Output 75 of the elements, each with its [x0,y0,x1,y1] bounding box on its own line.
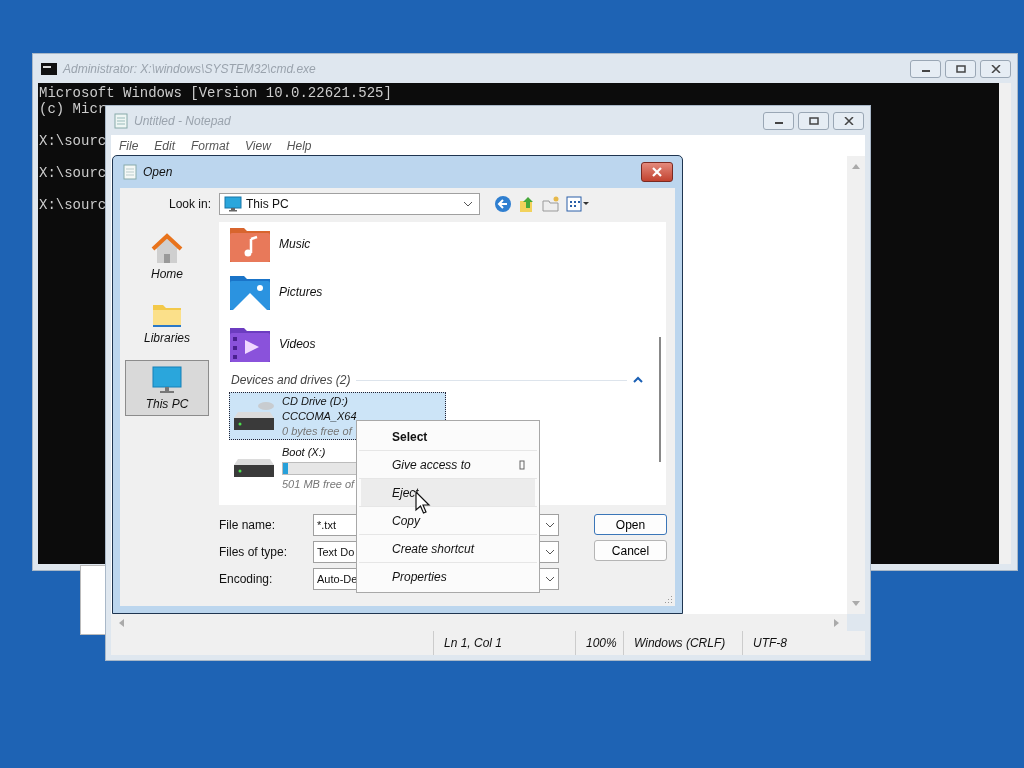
chevron-down-icon [463,201,473,207]
chevron-down-icon [545,522,555,528]
maximize-button[interactable] [945,59,976,78]
open-button[interactable]: Open [594,514,667,535]
field-label: Files of type: [219,545,289,559]
field-label: Look in: [167,197,211,211]
close-button[interactable] [641,162,673,182]
chevron-down-icon [545,549,555,555]
house-icon [150,233,184,265]
up-folder-icon[interactable] [518,195,536,213]
monitor-icon [151,365,183,395]
notepad-icon [114,112,128,129]
close-icon [843,116,854,125]
collapse-icon[interactable] [633,376,643,384]
status-text: Ln 1, Col 1 [444,636,503,650]
close-button[interactable] [833,111,864,130]
cancel-button[interactable]: Cancel [594,540,667,561]
monitor-icon [224,196,242,212]
console-line: X:\sourc [39,197,107,213]
close-icon [651,167,663,177]
video-folder-icon [229,325,271,363]
dialog-title: Open [143,165,173,179]
maximize-icon [955,64,966,73]
location-dropdown[interactable]: This PC [219,193,480,215]
maximize-button[interactable] [798,111,829,130]
scrollbar[interactable] [999,83,1011,564]
minimize-button[interactable] [910,59,941,78]
menu-item[interactable]: Create shortcut [361,535,535,562]
console-line: X:\sourc [39,165,107,181]
maximize-icon [808,116,819,125]
console-line: (c) Micr [39,101,107,117]
places-item[interactable]: This PC [125,360,209,416]
music-folder-icon [229,225,271,263]
folder-item[interactable]: Music [229,222,643,266]
menu-item[interactable]: Copy [361,507,535,534]
menu-item[interactable]: View [245,138,271,153]
window-title: Untitled - Notepad [134,113,231,128]
close-button[interactable] [980,59,1011,78]
minimize-button[interactable] [763,111,794,130]
scroll-up-icon[interactable] [851,162,861,170]
chevron-down-icon [545,576,555,582]
scrollbar[interactable] [847,156,865,614]
resize-grip-icon[interactable] [663,594,673,604]
status-text: UTF-8 [753,636,787,650]
status-text: 100% [586,636,617,650]
places-item[interactable]: Home [125,228,209,286]
console-line: Microsoft Windows [Version 10.0.22621.525] [39,85,392,101]
disc-drive-icon [232,400,276,432]
scroll-left-icon[interactable] [117,617,125,628]
pictures-folder-icon [229,273,271,311]
menu-item[interactable]: Edit [154,138,176,153]
submenu-icon [519,459,525,470]
console-line: X:\sourc [39,133,107,149]
close-icon [990,64,1001,73]
back-icon[interactable] [494,195,512,213]
menu-item[interactable]: File [119,138,139,153]
places-item[interactable]: Libraries [125,296,209,350]
field-label: File name: [219,518,277,532]
scrollbar[interactable] [111,614,847,631]
folder-item[interactable]: Pictures [229,266,643,318]
console-icon [41,62,57,75]
status-text: Windows (CRLF) [634,636,726,650]
folder-item[interactable]: Videos [229,318,643,370]
menu-item[interactable]: Properties [361,563,535,590]
scroll-right-icon[interactable] [833,617,841,628]
scroll-down-icon[interactable] [851,600,861,608]
menu-item[interactable]: Help [286,138,312,153]
window-title: Administrator: X:\windows\SYSTEM32\cmd.exe [63,61,316,76]
view-menu-icon[interactable] [566,196,590,212]
field-label: Encoding: [219,572,274,586]
menu-item[interactable]: Format [191,138,230,153]
menu-item[interactable]: Give access to [361,451,535,478]
notepad-icon [123,164,137,180]
group-header: Devices and drives (2) [231,373,351,387]
drive-icon [232,458,276,478]
